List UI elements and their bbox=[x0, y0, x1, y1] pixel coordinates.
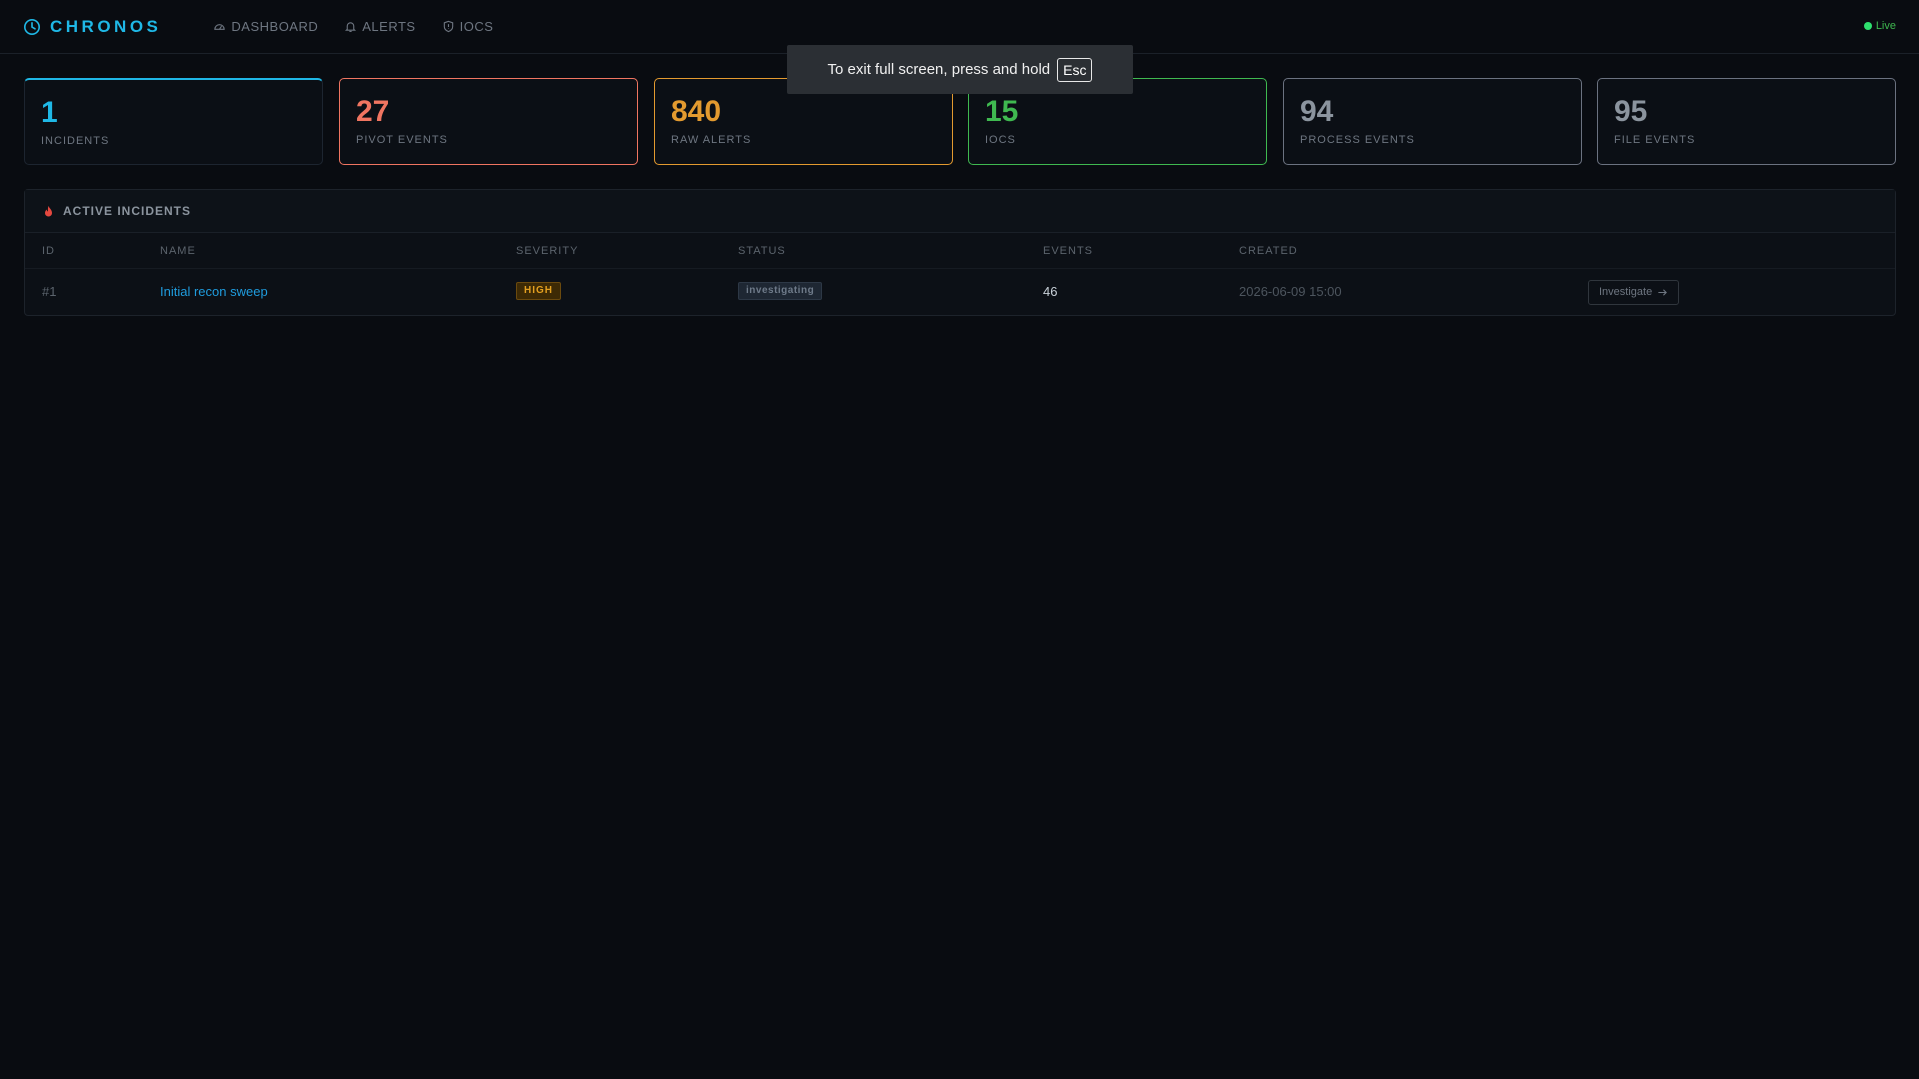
col-id: ID bbox=[42, 245, 55, 257]
nav-dashboard[interactable]: DASHBOARD bbox=[213, 19, 318, 34]
investigate-button[interactable]: Investigate bbox=[1588, 280, 1680, 305]
esc-key: Esc bbox=[1057, 57, 1093, 82]
stat-label: INCIDENTS bbox=[41, 135, 110, 147]
live-status: Live bbox=[1863, 20, 1896, 32]
status-badge: investigating bbox=[738, 282, 823, 300]
stat-value: 15 bbox=[985, 95, 1019, 128]
fullscreen-notice-text: To exit full screen, press and hold bbox=[827, 61, 1051, 78]
col-events: EVENTS bbox=[1043, 245, 1094, 257]
stat-label: RAW ALERTS bbox=[671, 134, 752, 146]
nav-alerts-label: ALERTS bbox=[362, 19, 416, 34]
panel-title: ACTIVE INCIDENTS bbox=[63, 204, 192, 218]
bell-icon bbox=[345, 22, 357, 32]
stat-label: PROCESS EVENTS bbox=[1300, 134, 1415, 146]
col-status: STATUS bbox=[738, 245, 786, 257]
nav-iocs[interactable]: IOCS bbox=[442, 19, 494, 34]
stat-label: FILE EVENTS bbox=[1614, 134, 1696, 146]
nav-alerts[interactable]: ALERTS bbox=[344, 19, 415, 34]
table-header: ID NAME SEVERITY STATUS EVENTS CREATED bbox=[25, 233, 1895, 269]
nav-dashboard-label: DASHBOARD bbox=[231, 19, 319, 34]
stat-card-pivot-events[interactable]: 27 PIVOT EVENTS bbox=[339, 78, 638, 165]
flame-icon bbox=[44, 205, 53, 217]
stat-value: 95 bbox=[1614, 95, 1648, 128]
panel-header: ACTIVE INCIDENTS bbox=[25, 190, 1895, 233]
fullscreen-exit-notice: To exit full screen, press and hold Esc bbox=[787, 45, 1133, 94]
stat-value: 94 bbox=[1300, 95, 1334, 128]
incident-id: #1 bbox=[42, 284, 57, 299]
col-severity: SEVERITY bbox=[516, 245, 579, 257]
main-nav: DASHBOARD ALERTS IOCS bbox=[213, 19, 519, 34]
stat-card-process-events[interactable]: 94 PROCESS EVENTS bbox=[1283, 78, 1582, 165]
severity-badge: HIGH bbox=[516, 282, 561, 300]
active-incidents-panel: ACTIVE INCIDENTS ID NAME SEVERITY STATUS… bbox=[24, 189, 1896, 316]
stat-label: PIVOT EVENTS bbox=[356, 134, 448, 146]
clock-icon bbox=[24, 18, 40, 35]
incident-created: 2026-06-09 15:00 bbox=[1239, 284, 1342, 299]
live-status-label: Live bbox=[1875, 20, 1896, 32]
nav-iocs-label: IOCS bbox=[459, 19, 494, 34]
app-name: CHRONOS bbox=[50, 16, 162, 36]
stat-value: 27 bbox=[356, 95, 390, 128]
table-row[interactable]: #1 Initial recon sweep HIGH investigatin… bbox=[25, 269, 1895, 315]
arrow-right-icon bbox=[1658, 289, 1668, 296]
col-created: CREATED bbox=[1239, 245, 1298, 257]
col-name: NAME bbox=[160, 245, 196, 257]
stat-card-file-events[interactable]: 95 FILE EVENTS bbox=[1597, 78, 1896, 165]
live-dot-icon bbox=[1863, 22, 1872, 30]
incident-events: 46 bbox=[1043, 284, 1058, 299]
stat-value: 1 bbox=[41, 96, 58, 129]
incident-name-link[interactable]: Initial recon sweep bbox=[160, 284, 268, 299]
dashboard-icon bbox=[214, 24, 226, 30]
stat-card-incidents[interactable]: 1 INCIDENTS bbox=[24, 78, 323, 165]
stat-value: 840 bbox=[671, 95, 722, 128]
stat-label: IOCS bbox=[985, 134, 1016, 146]
investigate-label: Investigate bbox=[1599, 286, 1653, 298]
shield-icon bbox=[443, 20, 453, 33]
brand[interactable]: CHRONOS bbox=[23, 17, 161, 37]
